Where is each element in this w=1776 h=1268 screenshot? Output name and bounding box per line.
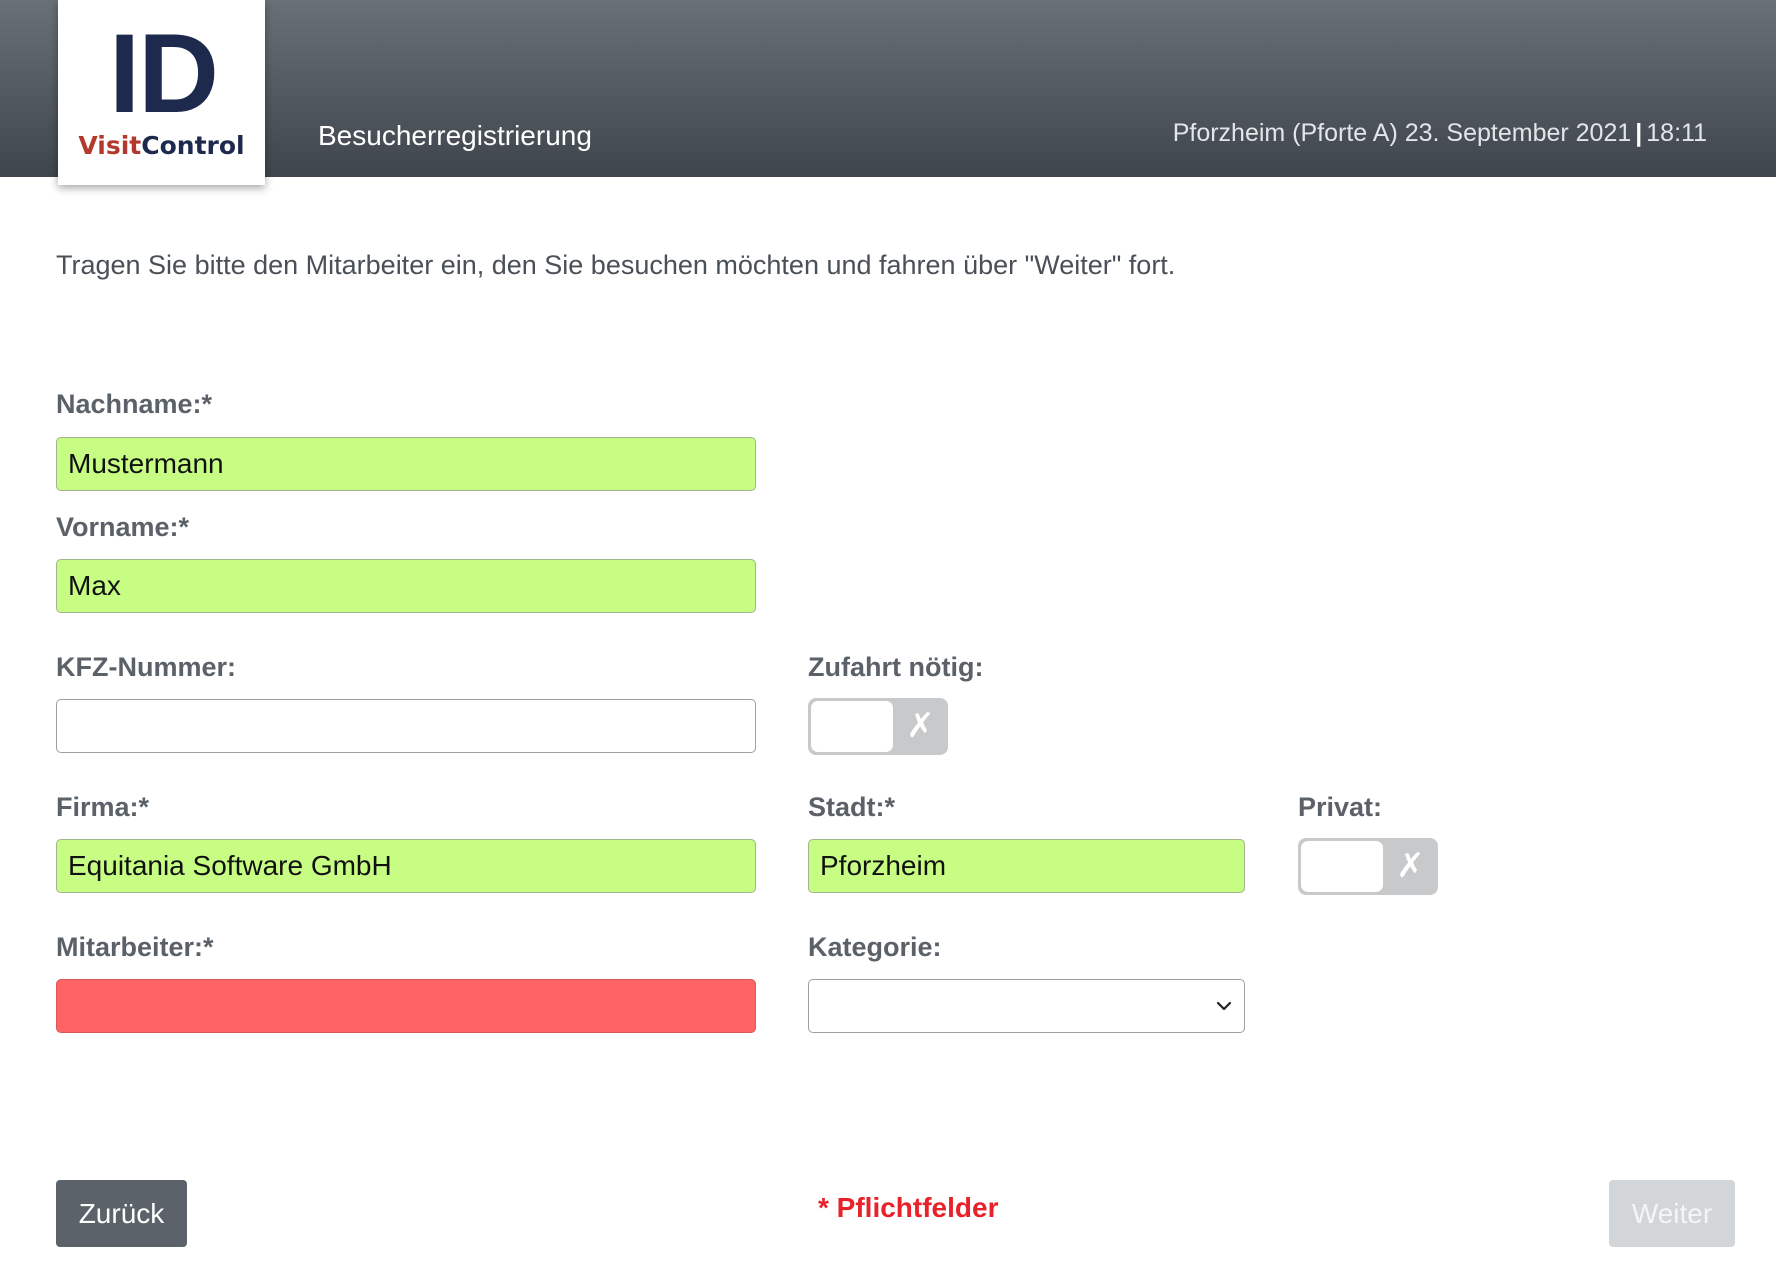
time: 18:11 <box>1646 119 1707 147</box>
firma-label: Firma:* <box>56 792 150 822</box>
toggle-knob <box>811 701 893 752</box>
visitcontrol-logo: ID VisitControl <box>58 0 265 185</box>
logo-mark: ID <box>109 11 219 136</box>
vorname-field[interactable]: Max <box>56 559 756 613</box>
zufahrt-toggle[interactable]: ✗ <box>808 698 948 755</box>
app-header: ID VisitControl Besucherregistrierung Pf… <box>0 0 1776 185</box>
stadt-label: Stadt:* <box>808 792 895 822</box>
back-button[interactable]: Zurück <box>56 1180 187 1247</box>
x-mark-icon: ✗ <box>906 707 935 745</box>
nachname-field[interactable]: Mustermann <box>56 437 756 491</box>
location-datetime: Pforzheim (Pforte A) 23. September 2021 |… <box>1173 118 1707 148</box>
instruction-text: Tragen Sie bitte den Mitarbeiter ein, de… <box>56 250 1176 280</box>
kfz-field[interactable] <box>56 699 756 753</box>
firma-field[interactable]: Equitania Software GmbH <box>56 839 756 893</box>
kategorie-select[interactable] <box>808 979 1245 1033</box>
separator: | <box>1635 119 1643 147</box>
location-date: Pforzheim (Pforte A) 23. September 2021 <box>1172 119 1632 147</box>
privat-label: Privat: <box>1298 792 1383 822</box>
next-button[interactable]: Weiter <box>1609 1180 1735 1247</box>
vorname-label: Vorname:* <box>56 512 190 542</box>
privat-toggle[interactable]: ✗ <box>1298 838 1438 895</box>
page-title: Besucherregistrierung <box>318 120 592 151</box>
mitarbeiter-field[interactable] <box>56 979 756 1033</box>
required-fields-note: * Pflichtfelder <box>818 1192 999 1223</box>
x-mark-icon: ✗ <box>1396 847 1425 885</box>
chevron-down-icon <box>1216 1001 1232 1011</box>
mitarbeiter-label: Mitarbeiter:* <box>56 932 214 962</box>
logo-wordmark: VisitControl <box>78 131 245 160</box>
nachname-label: Nachname:* <box>56 389 213 419</box>
zufahrt-label: Zufahrt nötig: <box>808 652 984 682</box>
kategorie-label: Kategorie: <box>808 932 942 962</box>
toggle-knob <box>1301 841 1383 892</box>
kfz-label: KFZ-Nummer: <box>56 652 236 682</box>
stadt-field[interactable]: Pforzheim <box>808 839 1245 893</box>
